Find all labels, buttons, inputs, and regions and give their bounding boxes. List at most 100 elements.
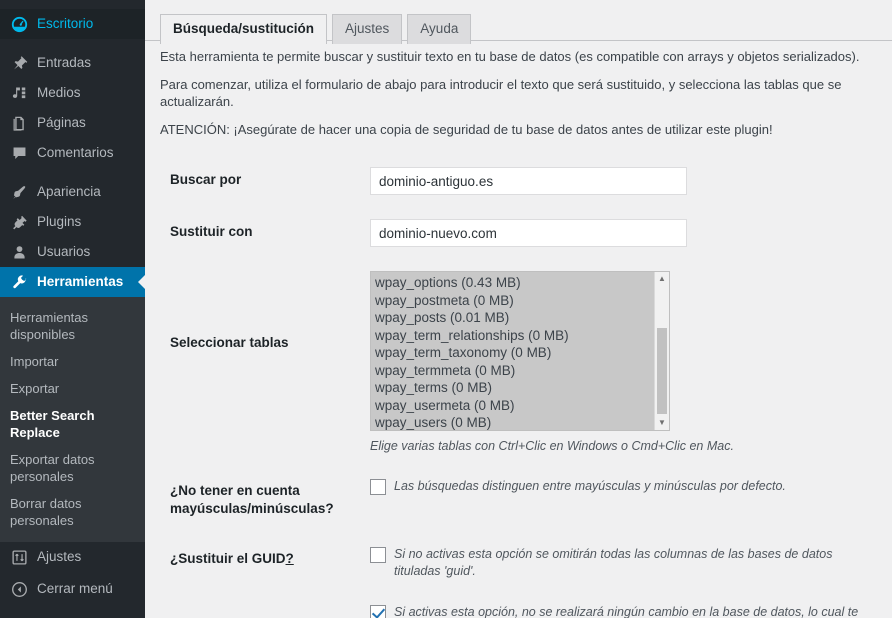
sidebar-item-label: Herramientas [37,274,124,289]
sidebar-item-label: Usuarios [37,244,91,259]
form-row-replace-with: Sustituir con [160,207,877,259]
scroll-up-arrow-icon[interactable]: ▲ [655,272,669,286]
submenu-item-importar[interactable]: Importar [0,348,145,375]
sidebar-item-cerrar-menu[interactable]: Cerrar menú [0,574,145,604]
sidebar-item-plugins[interactable]: Plugins [0,207,145,237]
tab-panel: Esta herramienta te permite buscar y sus… [145,48,892,618]
submenu-item-exportar[interactable]: Exportar [0,375,145,402]
sidebar-item-label: Escritorio [37,16,94,31]
tab-label: Ajustes [345,21,390,36]
select-tables-options: wpay_options (0.43 MB) wpay_postmeta (0 … [371,272,654,430]
settings-icon [9,547,29,567]
replace-guid-checkbox[interactable] [370,547,386,563]
submenu-item-label: Herramientas disponibles [10,310,89,342]
pages-icon [9,113,29,133]
list-item[interactable]: wpay_term_relationships (0 MB) [375,327,654,345]
sidebar-item-medios[interactable]: Medios [0,78,145,108]
label-search-for: Buscar por [170,172,242,187]
scrollbar-thumb[interactable] [657,328,667,414]
label-dry-run: ¿Quieres ejecutar un simulacro? [160,592,370,618]
replace-guid-help-link[interactable]: ? [286,551,294,566]
sidebar-item-usuarios[interactable]: Usuarios [0,237,145,267]
submenu-item-label: Borrar datos personales [10,496,82,528]
list-item[interactable]: wpay_term_taxonomy (0 MB) [375,344,654,362]
brush-icon [9,182,29,202]
sidebar-item-apariencia[interactable]: Apariencia [0,177,145,207]
sidebar-item-escritorio[interactable]: Escritorio [0,9,145,39]
tools-submenu: Herramientas disponibles Importar Export… [0,297,145,542]
sidebar-separator-2 [0,168,145,177]
sidebar-item-label: Plugins [37,214,82,229]
search-replace-form: Buscar por Sustituir con Seleccionar tab… [160,155,877,618]
case-insensitive-checkbox[interactable] [370,479,386,495]
form-row-case-insensitive: ¿No tener en cuenta mayúsculas/minúscula… [160,466,877,534]
submenu-item-exportar-datos-personales[interactable]: Exportar datos personales [0,446,145,490]
label-select-tables: Seleccionar tablas [170,335,289,350]
select-tables-description: Elige varias tablas con Ctrl+Clic en Win… [370,439,734,453]
dry-run-description: Si activas esta opción, no se realizará … [394,605,859,618]
intro-line-1: Esta herramienta te permite buscar y sus… [160,49,860,64]
submenu-item-label: Exportar [10,381,60,396]
user-icon [9,242,29,262]
tab-ajustes[interactable]: Ajustes [332,14,403,44]
submenu-item-label: Better Search Replace [10,408,95,440]
list-item[interactable]: wpay_termmeta (0 MB) [375,362,654,380]
form-row-dry-run: ¿Quieres ejecutar un simulacro? Si activ… [160,592,877,618]
sidebar-item-herramientas[interactable]: Herramientas [0,267,146,297]
list-item[interactable]: wpay_terms (0 MB) [375,379,654,397]
sidebar-separator [0,39,145,48]
dashboard-icon [9,14,29,34]
sidebar-item-comentarios[interactable]: Comentarios [0,138,145,168]
dry-run-checkbox[interactable] [370,605,386,618]
tab-ayuda[interactable]: Ayuda [407,14,472,44]
intro-text: Esta herramienta te permite buscar y sus… [160,48,877,138]
sidebar-item-label: Ajustes [37,549,82,564]
sidebar-item-entradas[interactable]: Entradas [0,48,145,78]
tab-busqueda-sustitucion[interactable]: Búsqueda/sustitución [160,14,328,44]
list-item[interactable]: wpay_users (0 MB) [375,414,654,430]
submenu-item-better-search-replace[interactable]: Better Search Replace [0,402,145,446]
list-item[interactable]: wpay_posts (0.01 MB) [375,309,654,327]
plug-icon [9,212,29,232]
form-row-replace-guid: ¿Sustituir el GUID? Si no activas esta o… [160,534,877,592]
tab-bar: Búsqueda/sustitución Ajustes Ayuda [145,0,892,44]
select-tables-listbox[interactable]: wpay_options (0.43 MB) wpay_postmeta (0 … [370,271,670,431]
case-insensitive-description: Las búsquedas distinguen entre mayúscula… [394,479,786,493]
sidebar-item-label: Medios [37,85,81,100]
form-row-search-for: Buscar por [160,155,877,207]
select-tables-scrollbar[interactable]: ▲ ▼ [654,272,669,430]
sidebar-item-label: Cerrar menú [37,581,113,596]
submenu-item-borrar-datos-personales[interactable]: Borrar datos personales [0,490,145,534]
list-item[interactable]: wpay_postmeta (0 MB) [375,292,654,310]
media-icon [9,83,29,103]
sidebar-item-label: Páginas [37,115,86,130]
intro-line-3: ATENCIÓN: ¡Asegúrate de hacer una copia … [160,122,773,137]
intro-line-2: Para comenzar, utiliza el formulario de … [160,77,842,109]
replace-guid-description: Si no activas esta opción se omitirán to… [394,547,833,578]
scroll-down-arrow-icon[interactable]: ▼ [655,416,669,430]
replace-with-input[interactable] [370,219,687,247]
submenu-item-herramientas-disponibles[interactable]: Herramientas disponibles [0,304,145,348]
tab-label: Ayuda [420,21,459,36]
admin-sidebar: Escritorio Entradas Medios Páginas Comen… [0,0,146,618]
pin-icon [9,53,29,73]
sidebar-item-paginas[interactable]: Páginas [0,108,145,138]
sidebar-item-ajustes[interactable]: Ajustes [0,542,145,572]
list-item[interactable]: wpay_usermeta (0 MB) [375,397,654,415]
sidebar-item-label: Entradas [37,55,92,70]
admin-bar-strip [0,0,145,9]
wrench-icon [9,272,29,292]
label-replace-with: Sustituir con [170,224,253,239]
sidebar-item-label: Apariencia [37,184,101,199]
label-replace-guid: ¿Sustituir el GUID? [160,534,370,592]
search-for-input[interactable] [370,167,687,195]
submenu-item-label: Importar [10,354,59,369]
tab-label: Búsqueda/sustitución [173,21,315,36]
list-item[interactable]: wpay_options (0.43 MB) [375,274,654,292]
label-case-insensitive: ¿No tener en cuenta mayúsculas/minúscula… [170,483,334,516]
admin-page: Escritorio Entradas Medios Páginas Comen… [0,0,892,618]
form-row-select-tables: Seleccionar tablas wpay_options (0.43 MB… [160,259,877,466]
sidebar-item-label: Comentarios [37,145,114,160]
comment-icon [9,143,29,163]
collapse-icon [9,579,29,599]
